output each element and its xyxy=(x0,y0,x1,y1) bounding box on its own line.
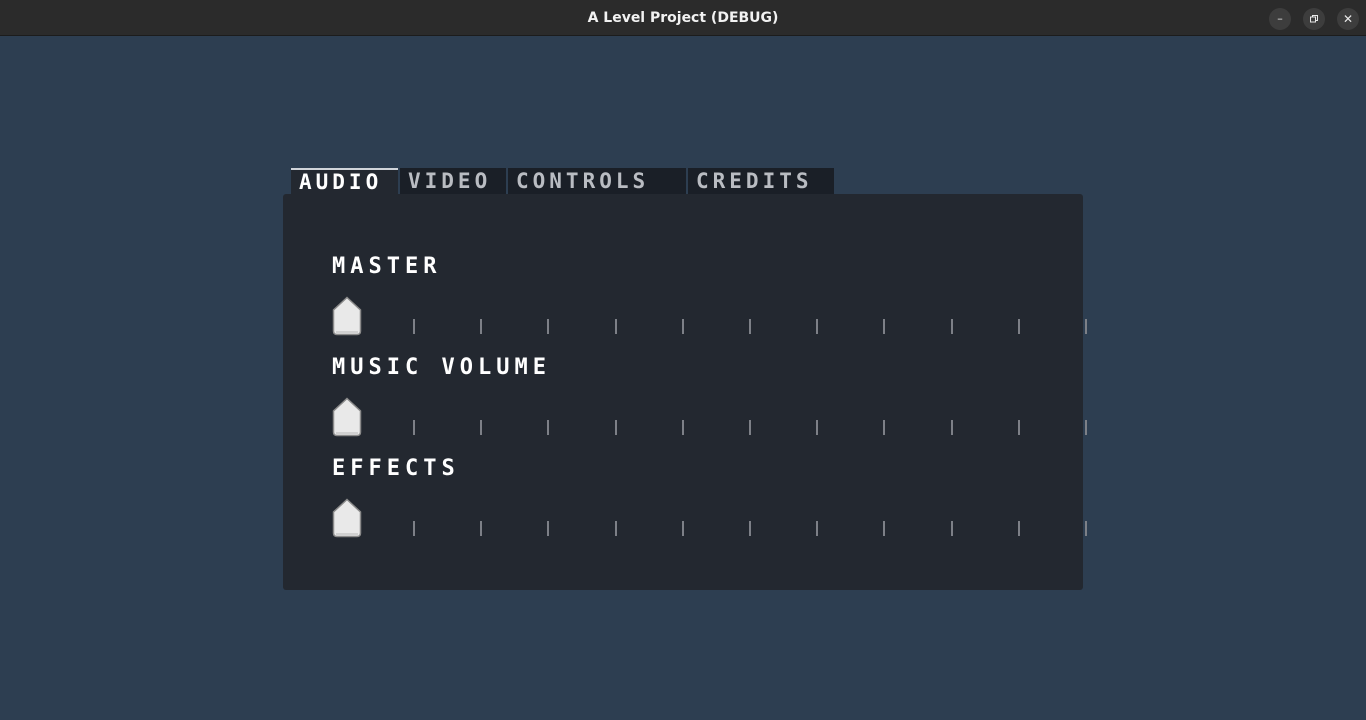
slider-tick xyxy=(951,521,953,536)
slider-tick xyxy=(883,420,885,435)
slider-tick xyxy=(480,420,482,435)
slider-grabber-icon[interactable] xyxy=(332,296,362,336)
slider-tick xyxy=(547,420,549,435)
tab-video[interactable]: VIDEO xyxy=(400,168,506,195)
slider-tick xyxy=(480,319,482,334)
slider-tick xyxy=(615,319,617,334)
close-icon: ✕ xyxy=(1342,12,1354,26)
audio-settings-panel: MASTER MUSIC VOLUME EFFECTS xyxy=(283,194,1087,590)
slider-tick xyxy=(951,319,953,334)
master-slider[interactable] xyxy=(332,296,1087,336)
slider-tick xyxy=(547,319,549,334)
music-volume-label: MUSIC VOLUME xyxy=(332,355,551,380)
slider-tick xyxy=(883,319,885,334)
tab-audio[interactable]: AUDIO xyxy=(291,168,398,195)
slider-tick xyxy=(1085,420,1087,435)
master-label: MASTER xyxy=(332,254,442,279)
slider-tick xyxy=(951,420,953,435)
minimize-icon: – xyxy=(1277,12,1283,25)
slider-tick xyxy=(816,521,818,536)
maximize-button[interactable] xyxy=(1303,8,1325,30)
music-volume-slider[interactable] xyxy=(332,397,1087,437)
slider-tick xyxy=(547,521,549,536)
slider-tick xyxy=(413,319,415,334)
tab-credits[interactable]: CREDITS xyxy=(688,168,834,195)
slider-tick xyxy=(816,319,818,334)
slider-tick xyxy=(1018,521,1020,536)
slider-tick xyxy=(413,521,415,536)
slider-tick xyxy=(682,420,684,435)
slider-tick xyxy=(413,420,415,435)
tab-controls[interactable]: CONTROLS xyxy=(508,168,686,195)
minimize-button[interactable]: – xyxy=(1269,8,1291,30)
effects-slider[interactable] xyxy=(332,498,1087,538)
slider-tick xyxy=(682,521,684,536)
slider-tick xyxy=(1085,521,1087,536)
close-button[interactable]: ✕ xyxy=(1337,8,1359,30)
slider-grabber-icon[interactable] xyxy=(332,498,362,538)
slider-tick xyxy=(749,319,751,334)
slider-tick xyxy=(480,521,482,536)
slider-tick xyxy=(816,420,818,435)
slider-tick xyxy=(749,420,751,435)
slider-tick xyxy=(1085,319,1087,334)
slider-tick xyxy=(1018,319,1020,334)
window-titlebar: A Level Project (DEBUG) – ✕ xyxy=(0,0,1366,36)
slider-tick xyxy=(615,521,617,536)
slider-tick xyxy=(682,319,684,334)
slider-tick xyxy=(749,521,751,536)
effects-label: EFFECTS xyxy=(332,456,460,481)
slider-tick xyxy=(883,521,885,536)
slider-tick xyxy=(1018,420,1020,435)
slider-grabber-icon[interactable] xyxy=(332,397,362,437)
restore-icon xyxy=(1310,15,1318,23)
slider-tick xyxy=(615,420,617,435)
window-title: A Level Project (DEBUG) xyxy=(587,10,779,26)
